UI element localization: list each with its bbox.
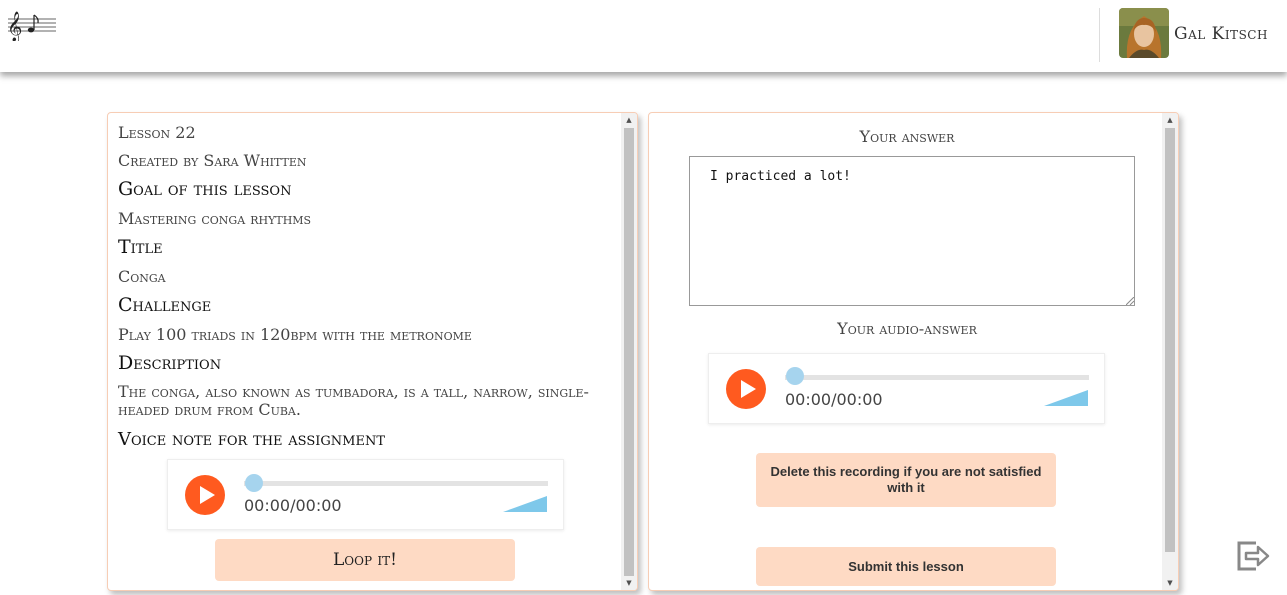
scroll-down-icon[interactable]: ▼ [621, 576, 637, 590]
music-note-logo-icon[interactable]: 𝄞 [6, 9, 58, 41]
seek-bar[interactable] [244, 481, 548, 486]
goal-text: Mastering conga rhythms [118, 209, 312, 228]
play-icon[interactable] [185, 475, 225, 515]
title-heading: Title [118, 236, 163, 258]
challenge-heading: Challenge [118, 294, 212, 316]
voice-note-heading: Voice note for the assignment [118, 429, 385, 450]
scroll-thumb[interactable] [1165, 128, 1175, 552]
username[interactable]: Gal Kitsch [1174, 24, 1268, 44]
scrollbar[interactable]: ▲ ▼ [621, 113, 637, 590]
voice-note-audio-player: 00:00/00:00 [167, 459, 564, 530]
scroll-up-icon[interactable]: ▲ [621, 113, 637, 127]
playback-time: 00:00/00:00 [244, 496, 342, 515]
play-icon[interactable] [726, 369, 766, 409]
logout-icon[interactable] [1236, 539, 1270, 573]
seek-bar[interactable] [785, 375, 1089, 380]
playback-time: 00:00/00:00 [785, 390, 883, 409]
volume-icon[interactable] [1044, 390, 1088, 406]
description-heading: Description [118, 352, 222, 374]
volume-icon[interactable] [503, 496, 547, 512]
answer-textarea[interactable]: I practiced a lot! [689, 156, 1135, 306]
delete-recording-button[interactable]: Delete this recording if you are not sat… [756, 453, 1056, 507]
top-navigation-bar: 𝄞 Gal Kitsch [0, 0, 1287, 72]
description-text: The conga, also known as tumbadora, is a… [118, 382, 589, 419]
scrollbar[interactable]: ▲ ▼ [1162, 113, 1178, 590]
scroll-down-icon[interactable]: ▼ [1162, 576, 1178, 590]
title-text: Conga [118, 267, 166, 286]
header-divider [1099, 8, 1100, 62]
scroll-up-icon[interactable]: ▲ [1162, 113, 1178, 127]
lesson-author: Created by Sara Whitten [118, 151, 307, 170]
challenge-text: Play 100 triads in 120bpm with the metro… [118, 325, 472, 344]
loop-button[interactable]: Loop it! [215, 539, 515, 581]
seek-knob[interactable] [786, 367, 804, 385]
user-avatar-icon[interactable] [1119, 8, 1169, 58]
scroll-thumb[interactable] [624, 128, 634, 576]
svg-text:𝄞: 𝄞 [7, 11, 22, 41]
seek-knob[interactable] [245, 474, 263, 492]
resize-grip-icon[interactable] [1126, 297, 1134, 305]
answer-panel: Your answer I practiced a lot! Your audi… [648, 112, 1179, 591]
audio-answer-label: Your audio-answer [837, 319, 977, 338]
lesson-details-panel: Lesson 22 Created by Sara Whitten Goal o… [107, 112, 638, 591]
lesson-number: Lesson 22 [118, 123, 196, 142]
submit-lesson-button[interactable]: Submit this lesson [756, 547, 1056, 586]
audio-answer-player: 00:00/00:00 [708, 353, 1105, 424]
goal-heading: Goal of this lesson [118, 178, 292, 200]
answer-label: Your answer [859, 127, 955, 146]
